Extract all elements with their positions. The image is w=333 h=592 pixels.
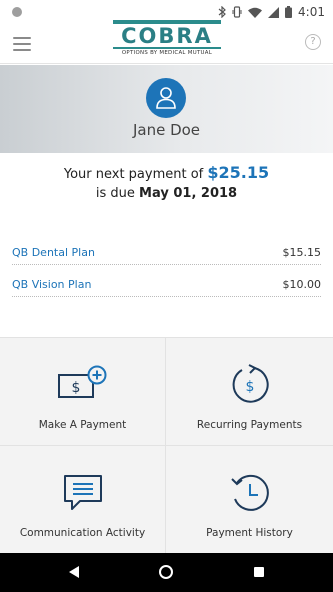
- profile-banner: Jane Doe: [0, 65, 333, 153]
- system-nav-bar: [0, 553, 333, 592]
- logo-word: COBRA: [121, 24, 213, 48]
- plan-name[interactable]: QB Dental Plan: [12, 246, 95, 259]
- menu-icon[interactable]: [13, 35, 31, 53]
- recurring-payments-button[interactable]: $ Recurring Payments: [166, 338, 333, 446]
- cobra-logo: COBRA OPTIONS BY MEDICAL MUTUAL: [113, 20, 221, 58]
- recurring-payments-icon: $: [232, 364, 269, 403]
- svg-text:$: $: [71, 380, 80, 396]
- logo-tagline: OPTIONS BY MEDICAL MUTUAL: [121, 50, 213, 56]
- due-prefix: is due: [95, 186, 135, 201]
- communication-activity-button[interactable]: Communication Activity: [0, 446, 166, 554]
- user-icon: [156, 87, 176, 109]
- notification-icon: [12, 7, 22, 17]
- help-icon[interactable]: ?: [305, 34, 321, 50]
- app-bar: COBRA OPTIONS BY MEDICAL MUTUAL ?: [0, 20, 333, 64]
- plan-name[interactable]: QB Vision Plan: [12, 278, 91, 291]
- plan-amount: $10.00: [282, 278, 322, 291]
- payment-history-button[interactable]: Payment History: [166, 446, 333, 554]
- back-icon[interactable]: [68, 566, 80, 578]
- chat-icon: [63, 475, 102, 510]
- payment-prefix: Your next payment of: [63, 167, 204, 182]
- plan-row-vision[interactable]: QB Vision Plan $10.00: [12, 273, 321, 297]
- battery-icon: [285, 6, 293, 18]
- avatar: [146, 78, 186, 118]
- profile-name: Jane Doe: [132, 121, 201, 139]
- plan-amount: $15.15: [282, 246, 322, 259]
- action-label: Recurring Payments: [196, 419, 303, 431]
- action-label: Payment History: [206, 527, 293, 539]
- signal-icon: [268, 6, 280, 18]
- bluetooth-icon: [218, 6, 226, 18]
- make-payment-button[interactable]: $ Make A Payment: [0, 338, 166, 446]
- vibrate-icon: [232, 6, 242, 18]
- due-date: May 01, 2018: [139, 186, 238, 201]
- action-grid: $ Make A Payment $ Recurring Payments Co…: [0, 337, 333, 554]
- svg-text:$: $: [245, 379, 254, 395]
- action-label: Communication Activity: [19, 527, 146, 539]
- wifi-icon: [248, 7, 263, 18]
- history-clock-icon: [230, 474, 269, 511]
- make-payment-icon: $: [57, 365, 106, 398]
- action-label: Make A Payment: [38, 419, 127, 431]
- next-payment-summary: Your next payment of $25.15 is due May 0…: [0, 163, 333, 203]
- plan-row-dental[interactable]: QB Dental Plan $15.15: [12, 241, 321, 265]
- recent-apps-icon[interactable]: [254, 567, 264, 577]
- payment-amount: $25.15: [207, 163, 270, 182]
- status-time: 4:01: [298, 5, 325, 19]
- home-icon[interactable]: [159, 565, 173, 579]
